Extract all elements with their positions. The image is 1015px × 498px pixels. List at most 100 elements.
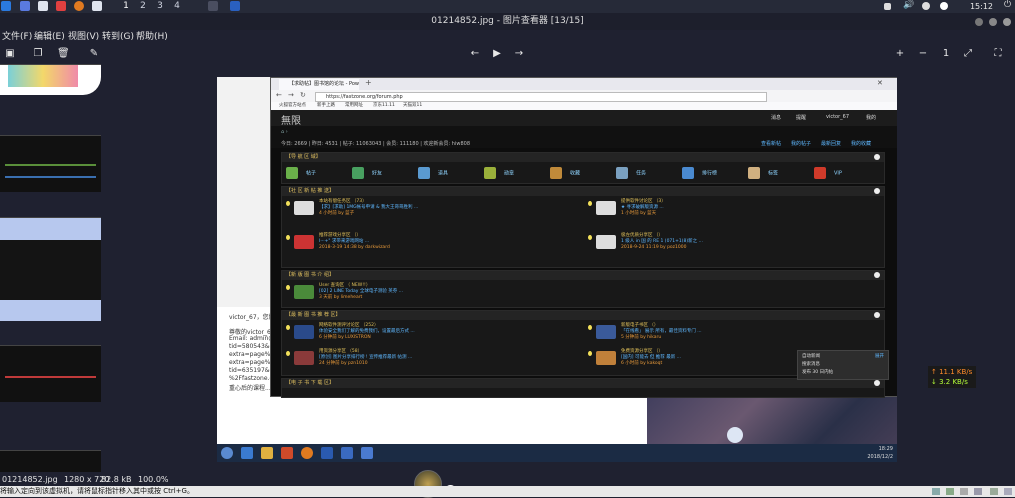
collapse-icon[interactable] bbox=[874, 380, 880, 386]
thumbnail[interactable] bbox=[0, 345, 101, 402]
remote-clock[interactable]: 18:29 2018/12/2 bbox=[867, 445, 893, 461]
sub-link[interactable]: 查看新帖 bbox=[761, 140, 781, 147]
firefox-icon[interactable] bbox=[74, 1, 84, 11]
bookmark[interactable]: 火狐官方站点 bbox=[279, 102, 306, 110]
app-icon[interactable] bbox=[56, 1, 66, 11]
update-icon[interactable] bbox=[940, 2, 948, 10]
play-icon[interactable]: ▶ bbox=[491, 48, 503, 60]
taskbar-app-icon[interactable] bbox=[361, 447, 373, 459]
nav-vip[interactable]: VIP bbox=[814, 167, 842, 180]
start-icon[interactable] bbox=[221, 447, 233, 459]
taskbar-app-icon[interactable] bbox=[281, 447, 293, 459]
terminal-icon[interactable] bbox=[38, 1, 48, 11]
forum-item[interactable]: 提供软件讨论区 （3） ★ 寻求破解版资源 ... 1 小时前 by 蓝天 bbox=[588, 199, 878, 227]
nav-favorites[interactable]: 收藏 bbox=[550, 167, 580, 180]
zoom-reset-icon[interactable]: 1 bbox=[940, 48, 952, 60]
device-icon[interactable] bbox=[974, 488, 982, 495]
nav-ranking[interactable]: 排行榜 bbox=[682, 167, 717, 180]
zoom-in-icon[interactable]: + bbox=[894, 48, 906, 60]
nav-posts[interactable]: 帖子 bbox=[286, 167, 316, 180]
home-icon[interactable]: ⌂ › bbox=[281, 129, 288, 135]
forum-item[interactable]: 网络软件测评讨论区 （252） 体验安全我们了解的免费我们，设置最后方式 ...… bbox=[286, 323, 576, 351]
taskbar-window-1[interactable] bbox=[208, 1, 218, 11]
menu-go[interactable]: 转到(G) bbox=[102, 30, 134, 44]
forum-item[interactable]: 推荐游戏分享区 （） I···+" 求带来游戏网站 ... 2018-3-19 … bbox=[286, 233, 576, 261]
workspace-2[interactable]: 2 bbox=[135, 0, 151, 13]
notification-icon[interactable] bbox=[922, 2, 930, 10]
nav-items[interactable]: 道具 bbox=[418, 167, 448, 180]
user-name[interactable]: victor_67 bbox=[826, 114, 849, 120]
app-menu-icon[interactable] bbox=[1, 1, 11, 11]
bookmark[interactable]: 天猫双11 bbox=[403, 102, 422, 110]
save-icon[interactable]: ▣ bbox=[4, 48, 16, 60]
browser-tab[interactable]: 【求助帖】图书馆的论坛 - Powe bbox=[279, 79, 359, 90]
device-icon[interactable] bbox=[932, 488, 940, 495]
menu-file[interactable]: 文件(F) bbox=[2, 30, 32, 44]
workspace-4[interactable]: 4 bbox=[169, 0, 185, 13]
forum-item[interactable]: 新版电子书区 （） 「在线看」 展示 所有，最佳资料专门 ... 5 分钟前 b… bbox=[588, 323, 878, 351]
bookmark[interactable]: 常用网址 bbox=[345, 102, 363, 110]
menu-view[interactable]: 视图(V) bbox=[68, 30, 99, 44]
sub-link[interactable]: 最新回复 bbox=[821, 140, 841, 147]
nav-tags[interactable]: 标签 bbox=[748, 167, 778, 180]
forum-item[interactable]: User 查询区 （ NEW!!） [02] 2 LINE Today 全球电子… bbox=[286, 283, 576, 311]
nav-tasks[interactable]: 任务 bbox=[616, 167, 646, 180]
collapse-icon[interactable] bbox=[874, 154, 880, 160]
back-icon[interactable]: ← bbox=[276, 91, 282, 99]
firefox-icon[interactable] bbox=[301, 447, 313, 459]
device-icon[interactable] bbox=[946, 488, 954, 495]
copy-icon[interactable]: ❐ bbox=[32, 48, 44, 60]
forum-item[interactable]: 本站有偿任务区 （73） 【求】[求助] 1MG帐号申请 & 我大王哥哥胜利 .… bbox=[286, 199, 576, 227]
forum-logo[interactable]: 無限 bbox=[281, 112, 301, 127]
forward-icon[interactable]: → bbox=[288, 91, 294, 99]
new-tab-icon[interactable]: + bbox=[365, 78, 372, 87]
menu-edit[interactable]: 编辑(E) bbox=[34, 30, 65, 44]
main-image[interactable]: victor_67，您好！ 尊敬的victor_67... Email: adm… bbox=[217, 77, 897, 462]
header-link[interactable]: 消息 bbox=[771, 114, 781, 121]
device-icon[interactable] bbox=[1004, 488, 1012, 495]
taskbar-app-icon[interactable] bbox=[241, 447, 253, 459]
edit-icon[interactable]: ✎ bbox=[88, 48, 100, 60]
window-list-icon[interactable] bbox=[884, 3, 891, 10]
url-input[interactable]: https://fastzone.org/forum.php bbox=[315, 92, 767, 102]
bookmark[interactable]: 新手上路 bbox=[317, 102, 335, 110]
taskbar-app-icon[interactable] bbox=[341, 447, 353, 459]
thumbnail[interactable] bbox=[0, 450, 101, 472]
workspace-3[interactable]: 3 bbox=[152, 0, 168, 13]
device-icon[interactable] bbox=[960, 488, 968, 495]
collapse-icon[interactable] bbox=[874, 272, 880, 278]
header-link[interactable]: 提醒 bbox=[796, 114, 806, 121]
device-icon[interactable] bbox=[990, 488, 998, 495]
sub-link[interactable]: 我的收藏 bbox=[851, 140, 871, 147]
forum-item[interactable]: 用资源分享区 （58） [原创] 图片分享排行榜 ! 宣传推荐最新 帖测 ...… bbox=[286, 349, 576, 377]
close-icon[interactable] bbox=[1003, 18, 1011, 26]
nav-friends[interactable]: 好友 bbox=[352, 167, 382, 180]
minimize-icon[interactable] bbox=[975, 18, 983, 26]
collapse-icon[interactable] bbox=[874, 312, 880, 318]
thumbnail[interactable] bbox=[0, 135, 101, 192]
fit-icon[interactable]: ⤢ bbox=[962, 48, 974, 60]
taskbar-app-icon[interactable] bbox=[321, 447, 333, 459]
thumbnail[interactable] bbox=[0, 64, 101, 95]
power-icon[interactable]: ⏻ bbox=[1004, 0, 1014, 10]
files-icon[interactable] bbox=[20, 1, 30, 11]
thumbnail-selected[interactable] bbox=[0, 217, 101, 321]
reload-icon[interactable]: ↻ bbox=[300, 91, 306, 99]
nav-medals[interactable]: 勋章 bbox=[484, 167, 514, 180]
next-icon[interactable]: → bbox=[513, 48, 525, 60]
taskbar-window-2[interactable] bbox=[230, 1, 240, 11]
header-link[interactable]: 我的 bbox=[866, 114, 876, 121]
previous-icon[interactable]: ← bbox=[469, 48, 481, 60]
fullscreen-icon[interactable]: ⛶ bbox=[992, 48, 1004, 60]
sub-link[interactable]: 我的帖子 bbox=[791, 140, 811, 147]
zoom-out-icon[interactable]: − bbox=[917, 48, 929, 60]
maximize-icon[interactable] bbox=[989, 18, 997, 26]
window-icon[interactable] bbox=[92, 1, 102, 11]
collapse-icon[interactable] bbox=[874, 188, 880, 194]
thumbnail-strip[interactable] bbox=[0, 64, 102, 472]
bookmark[interactable]: 京东11.11 bbox=[373, 102, 395, 110]
forum-item[interactable]: 极左优质分享区 （） 1 级人 in 国 的 RE 1 (071+1(8)新之 … bbox=[588, 233, 878, 261]
menu-help[interactable]: 帮助(H) bbox=[136, 30, 168, 44]
popup-action[interactable]: 展开 bbox=[875, 353, 884, 359]
delete-icon[interactable]: 🗑 bbox=[57, 48, 70, 60]
